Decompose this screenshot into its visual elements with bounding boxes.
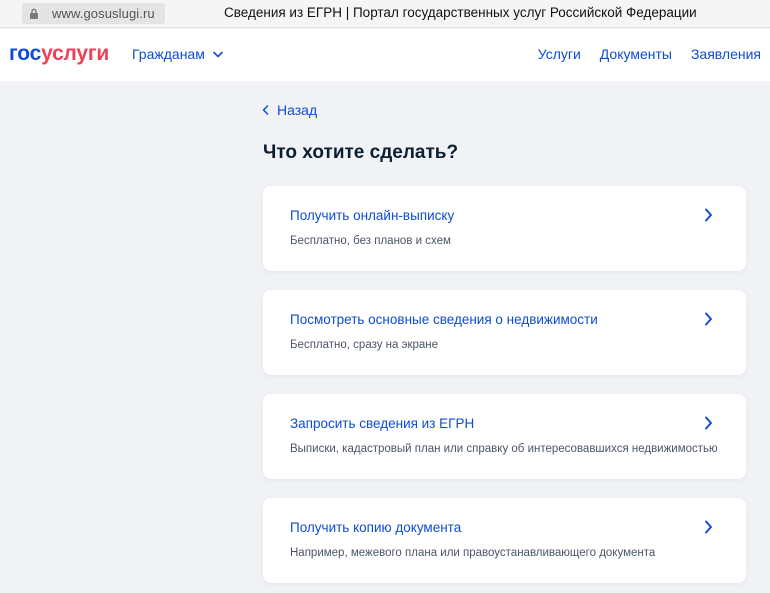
option-title: Получить онлайн-выписку <box>290 208 455 223</box>
chevron-left-icon <box>262 105 269 115</box>
chevron-down-icon <box>213 51 223 57</box>
nav-link-documents[interactable]: Документы <box>600 46 672 62</box>
logo-part-gos: гос <box>9 42 42 65</box>
option-description: Например, межевого плана или правоустана… <box>290 547 656 559</box>
page-title: Что хотите сделать? <box>263 142 459 163</box>
option-title: Запросить сведения из ЕГРН <box>290 416 475 431</box>
option-title: Посмотреть основные сведения о недвижимо… <box>290 312 598 327</box>
logo-part-uslugi: услуги <box>41 42 110 65</box>
url-text: www.gosuslugi.ru <box>52 6 155 21</box>
back-link[interactable]: Назад <box>262 102 317 118</box>
audience-dropdown[interactable]: Гражданам <box>132 46 223 62</box>
url-field[interactable]: www.gosuslugi.ru <box>22 3 165 24</box>
audience-label: Гражданам <box>132 46 205 62</box>
option-card-view-property-info[interactable]: Посмотреть основные сведения о недвижимо… <box>263 290 746 375</box>
page-tab-title: Сведения из ЕГРН | Портал государственны… <box>224 5 697 20</box>
nav-link-services[interactable]: Услуги <box>538 46 581 62</box>
option-description: Выписки, кадастровый план или справку об… <box>290 443 718 455</box>
top-nav: Услуги Документы Заявления <box>538 46 761 62</box>
nav-link-applications[interactable]: Заявления <box>691 46 761 62</box>
option-description: Бесплатно, без планов и схем <box>290 235 451 247</box>
chevron-right-icon <box>705 312 712 326</box>
back-label: Назад <box>277 102 318 118</box>
chevron-right-icon <box>705 208 712 222</box>
chevron-right-icon <box>705 416 712 430</box>
site-header: госуслуги Гражданам Услуги Документы Зая… <box>0 29 770 81</box>
lock-icon <box>30 8 38 19</box>
gosuslugi-logo[interactable]: госуслуги <box>9 42 109 66</box>
option-card-request-egrn[interactable]: Запросить сведения из ЕГРН Выписки, када… <box>263 394 746 479</box>
option-card-online-extract[interactable]: Получить онлайн-выписку Бесплатно, без п… <box>263 186 746 271</box>
chevron-right-icon <box>705 520 712 534</box>
browser-address-bar: www.gosuslugi.ru Сведения из ЕГРН | Порт… <box>0 0 770 28</box>
option-title: Получить копию документа <box>290 520 462 535</box>
option-description: Бесплатно, сразу на экране <box>290 339 439 351</box>
option-card-document-copy[interactable]: Получить копию документа Например, межев… <box>263 498 746 583</box>
